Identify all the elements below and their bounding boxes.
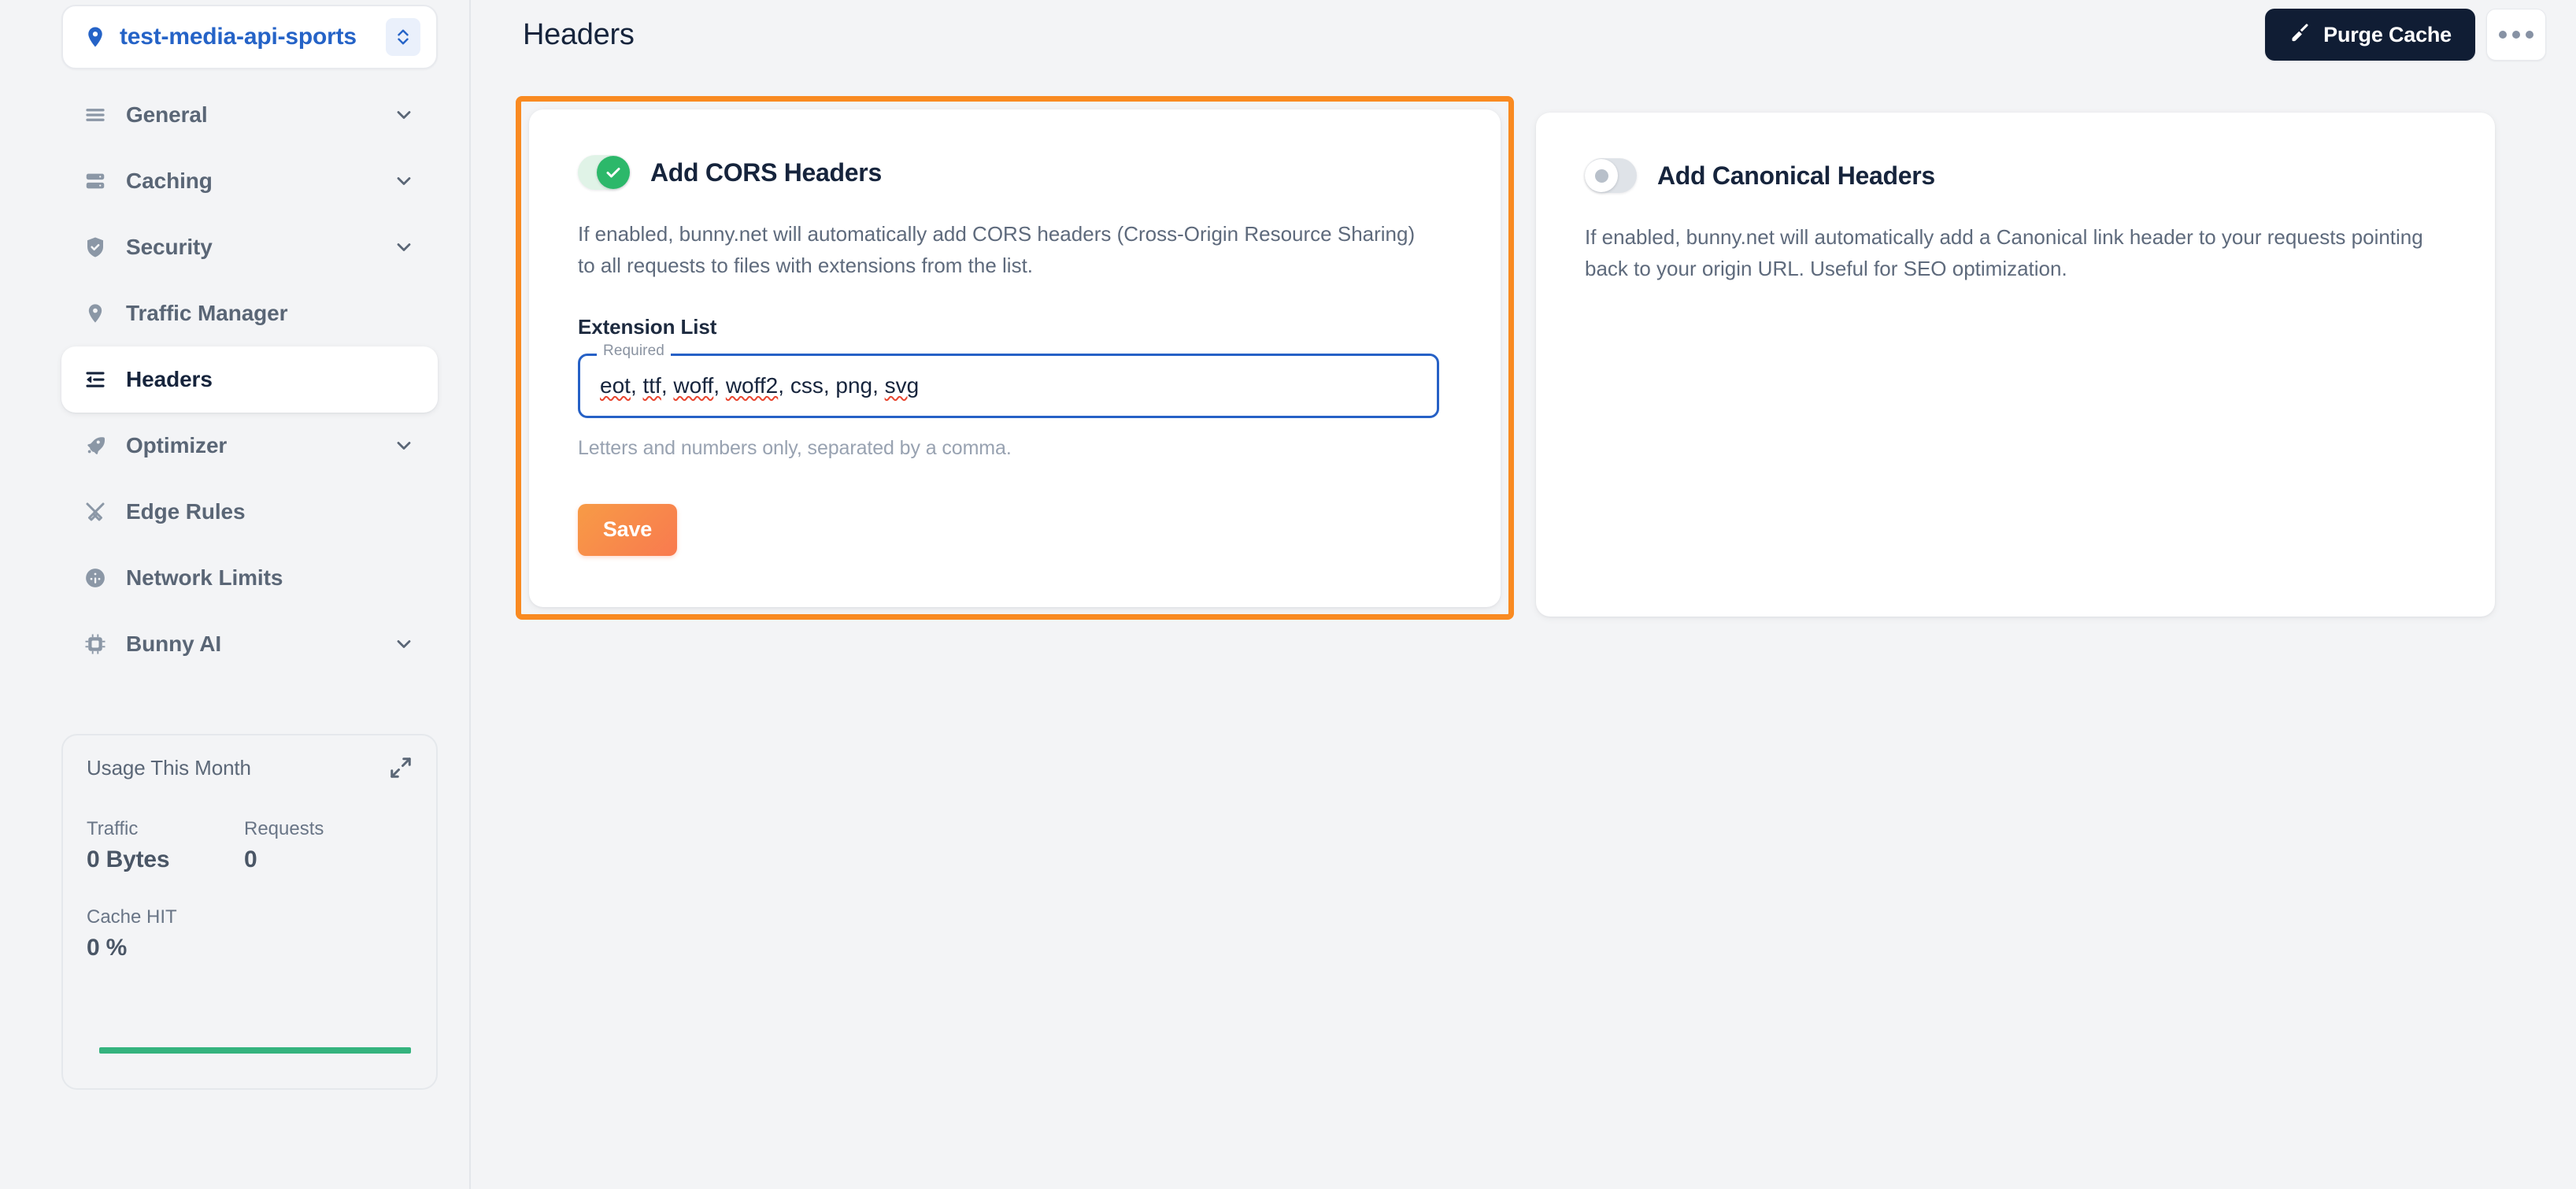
cors-card-title: Add CORS Headers bbox=[650, 157, 882, 187]
cors-headers-toggle[interactable] bbox=[578, 155, 630, 190]
chevron-down-icon[interactable] bbox=[390, 631, 417, 657]
usage-stat-cache-hit: Cache HIT 0 % bbox=[87, 906, 244, 961]
sidebar-item-security[interactable]: Security bbox=[61, 214, 438, 280]
usage-card-title: Usage This Month bbox=[87, 756, 251, 780]
highlight-frame: Add CORS Headers If enabled, bunny.net w… bbox=[516, 96, 1514, 620]
tools-icon bbox=[82, 498, 109, 525]
canonical-headers-toggle[interactable] bbox=[1585, 158, 1637, 193]
sidebar-item-caching[interactable]: Caching bbox=[61, 148, 438, 214]
ellipsis-icon bbox=[2499, 31, 2533, 39]
expand-arrows-icon[interactable] bbox=[389, 756, 413, 783]
usage-stat-value: 0 % bbox=[87, 935, 128, 961]
sidebar-item-label: Headers bbox=[126, 367, 213, 391]
cors-card-header: Add CORS Headers bbox=[578, 155, 1452, 190]
project-selector[interactable]: test-media-api-sports bbox=[61, 5, 438, 69]
sidebar-item-general[interactable]: General bbox=[61, 82, 438, 148]
check-icon bbox=[606, 168, 620, 178]
cors-headers-card: Add CORS Headers If enabled, bunny.net w… bbox=[529, 109, 1501, 607]
app-root: test-media-api-sports General Caching Se… bbox=[0, 0, 2576, 1189]
canonical-card-title: Add Canonical Headers bbox=[1657, 161, 1935, 190]
sidebar: test-media-api-sports General Caching Se… bbox=[0, 0, 471, 1189]
save-button[interactable]: Save bbox=[578, 503, 677, 556]
top-bar-actions: Purge Cache bbox=[2265, 9, 2546, 61]
location-pin-icon bbox=[82, 300, 109, 327]
sidebar-item-label: Security bbox=[126, 235, 213, 259]
purge-cache-label: Purge Cache bbox=[2323, 22, 2452, 46]
chip-ai-icon bbox=[82, 631, 109, 657]
usage-stats-row-2: Cache HIT 0 % bbox=[87, 906, 413, 961]
sidebar-item-label: Edge Rules bbox=[126, 499, 246, 524]
cors-card-description: If enabled, bunny.net will automatically… bbox=[578, 222, 1416, 278]
toggle-knob bbox=[1585, 159, 1618, 192]
usage-stat-traffic: Traffic 0 Bytes bbox=[87, 818, 244, 873]
main-content: Headers Purge Cache Add CORS Headers If … bbox=[471, 0, 2576, 1189]
extension-list-field[interactable]: Required eot, ttf, woff, woff2, css, png… bbox=[578, 343, 1439, 418]
canonical-card-header: Add Canonical Headers bbox=[1585, 158, 2446, 193]
extension-list-input[interactable]: eot, ttf, woff, woff2, css, png, svg bbox=[600, 354, 1423, 418]
canonical-headers-card: Add Canonical Headers If enabled, bunny.… bbox=[1536, 113, 2495, 617]
usage-stat-label: Requests bbox=[244, 818, 324, 839]
usage-card-header: Usage This Month bbox=[87, 756, 413, 783]
project-name: test-media-api-sports bbox=[120, 24, 357, 50]
usage-card: Usage This Month Traffic 0 Bytes Request… bbox=[61, 734, 438, 1090]
toggle-knob bbox=[597, 156, 630, 189]
usage-stat-value: 0 bbox=[244, 846, 257, 872]
sidebar-nav: General Caching Security Traffic Manager… bbox=[61, 82, 438, 677]
shield-check-icon bbox=[82, 234, 109, 261]
chevron-down-icon[interactable] bbox=[390, 432, 417, 459]
sidebar-item-label: General bbox=[126, 102, 208, 127]
headers-indent-icon bbox=[82, 366, 109, 393]
rocket-icon bbox=[82, 432, 109, 459]
chevron-up-down-icon[interactable] bbox=[386, 18, 420, 56]
sidebar-item-network-limits[interactable]: Network Limits bbox=[61, 545, 438, 611]
purge-cache-button[interactable]: Purge Cache bbox=[2265, 9, 2475, 61]
more-options-button[interactable] bbox=[2486, 9, 2546, 61]
sidebar-item-label: Caching bbox=[126, 169, 213, 193]
location-pin-icon bbox=[83, 24, 107, 50]
usage-stat-requests: Requests 0 bbox=[244, 818, 413, 873]
sidebar-item-headers[interactable]: Headers bbox=[61, 346, 438, 413]
usage-stat-value: 0 Bytes bbox=[87, 846, 170, 872]
chevron-down-icon[interactable] bbox=[390, 102, 417, 128]
broom-icon bbox=[2289, 21, 2311, 49]
chevron-down-icon[interactable] bbox=[390, 234, 417, 261]
menu-lines-icon bbox=[82, 102, 109, 128]
chevron-down-icon[interactable] bbox=[390, 168, 417, 194]
sidebar-item-label: Optimizer bbox=[126, 433, 228, 457]
sidebar-item-label: Bunny AI bbox=[126, 632, 222, 656]
sidebar-item-label: Traffic Manager bbox=[126, 301, 288, 325]
canonical-card-description: If enabled, bunny.net will automatically… bbox=[1585, 225, 2423, 281]
usage-progress-bar bbox=[99, 1047, 411, 1054]
extension-list-label: Extension List bbox=[578, 314, 717, 339]
sidebar-item-optimizer[interactable]: Optimizer bbox=[61, 413, 438, 479]
sidebar-item-traffic-manager[interactable]: Traffic Manager bbox=[61, 280, 438, 346]
sidebar-item-bunny-ai[interactable]: Bunny AI bbox=[61, 611, 438, 677]
usage-stat-label: Traffic bbox=[87, 818, 139, 839]
top-bar: Headers Purge Cache bbox=[471, 0, 2576, 69]
server-icon bbox=[82, 168, 109, 194]
gauge-icon bbox=[82, 565, 109, 591]
toggle-knob-dot bbox=[1594, 169, 1608, 183]
sidebar-item-edge-rules[interactable]: Edge Rules bbox=[61, 479, 438, 545]
usage-stat-label: Cache HIT bbox=[87, 906, 177, 928]
extension-list-help: Letters and numbers only, separated by a… bbox=[578, 436, 1012, 459]
page-title: Headers bbox=[523, 17, 635, 51]
sidebar-item-label: Network Limits bbox=[126, 565, 283, 590]
usage-stats-row-1: Traffic 0 Bytes Requests 0 bbox=[87, 818, 413, 873]
